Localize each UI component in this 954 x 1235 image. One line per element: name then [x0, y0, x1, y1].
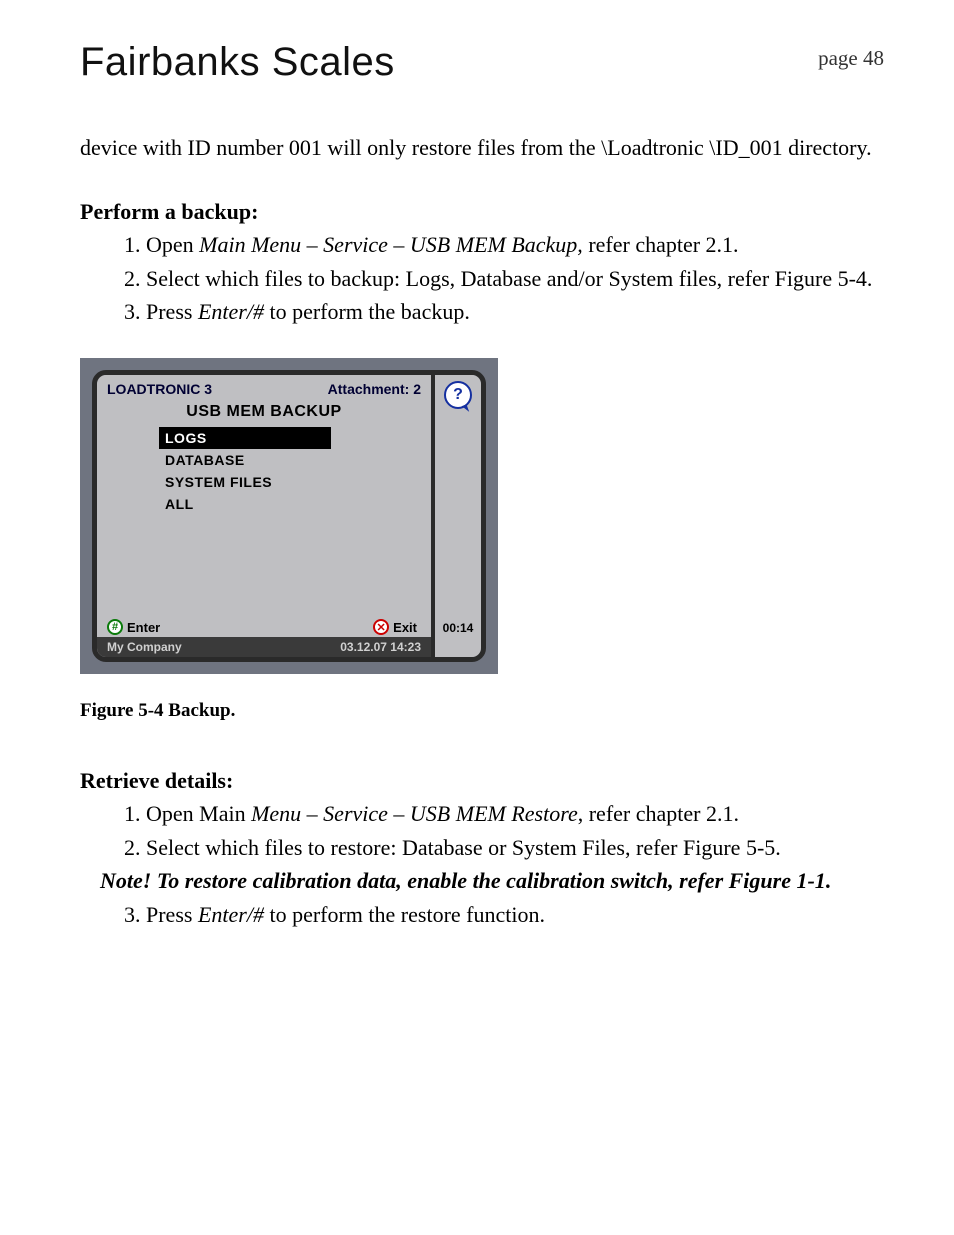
enter-icon: #: [107, 619, 123, 635]
device-button-row: # Enter ✕ Exit: [97, 615, 431, 637]
menu-path: Menu – Service – USB MEM Restore: [251, 801, 578, 826]
text: Open: [146, 232, 199, 257]
menu-item-system-files[interactable]: SYSTEM FILES: [159, 471, 391, 493]
list-item: Open Main Menu – Service – USB MEM Resto…: [146, 798, 884, 830]
note-period: .: [826, 868, 832, 893]
key-name: Enter/#: [198, 902, 264, 927]
menu-item-all[interactable]: ALL: [159, 493, 391, 515]
device-inner: LOADTRONIC 3 Attachment: 2 USB MEM BACKU…: [92, 370, 486, 662]
exit-icon: ✕: [373, 619, 389, 635]
backup-title: Perform a backup:: [80, 199, 884, 225]
menu-path: Main Menu – Service – USB MEM Backup,: [199, 232, 583, 257]
help-icon[interactable]: ?: [444, 381, 472, 409]
text: Press: [146, 299, 198, 324]
exit-button[interactable]: ✕ Exit: [373, 619, 417, 635]
device-product: LOADTRONIC 3: [107, 381, 212, 397]
enter-button[interactable]: # Enter: [107, 619, 160, 635]
menu-item-database[interactable]: DATABASE: [159, 449, 391, 471]
text: to perform the restore function.: [264, 902, 545, 927]
device-side-panel: ? 00:14: [435, 375, 481, 657]
retrieve-steps-cont: Press Enter/# to perform the restore fun…: [80, 899, 884, 931]
retrieve-title: Retrieve details:: [80, 768, 884, 794]
backup-steps-list: Open Main Menu – Service – USB MEM Backu…: [80, 229, 884, 329]
device-screenshot: LOADTRONIC 3 Attachment: 2 USB MEM BACKU…: [80, 358, 498, 674]
text: Open Main: [146, 801, 251, 826]
key-name: Enter/#: [198, 299, 264, 324]
text: , refer chapter 2.1.: [578, 801, 739, 826]
list-item: Open Main Menu – Service – USB MEM Backu…: [146, 229, 884, 261]
note-text: Note! To restore calibration data, enabl…: [100, 866, 884, 897]
note-body: Note! To restore calibration data, enabl…: [100, 868, 826, 893]
text: to perform the backup.: [264, 299, 470, 324]
device-status-bar: My Company 03.12.07 14:23: [97, 637, 431, 657]
retrieve-steps-list: Open Main Menu – Service – USB MEM Resto…: [80, 798, 884, 864]
device-main-panel: LOADTRONIC 3 Attachment: 2 USB MEM BACKU…: [97, 375, 435, 657]
enter-label: Enter: [127, 620, 160, 635]
device-header: LOADTRONIC 3 Attachment: 2: [97, 375, 431, 399]
list-item: Press Enter/# to perform the restore fun…: [146, 899, 884, 931]
device-screen-title: USB MEM BACKUP: [97, 399, 431, 427]
exit-label: Exit: [393, 620, 417, 635]
list-item: Select which files to backup: Logs, Data…: [146, 263, 884, 295]
page-number: page 48: [818, 40, 884, 71]
figure-caption: Figure 5-4 Backup.: [80, 700, 884, 722]
device-side-time: 00:14: [443, 621, 474, 657]
page-container: Fairbanks Scales page 48 device with ID …: [0, 0, 954, 1235]
device-menu: LOGS DATABASE SYSTEM FILES ALL: [159, 427, 391, 515]
text: refer chapter 2.1.: [583, 232, 739, 257]
device-attachment: Attachment: 2: [328, 381, 421, 397]
brand-title: Fairbanks Scales: [80, 40, 395, 85]
device-datetime: 03.12.07 14:23: [340, 640, 421, 654]
menu-item-logs[interactable]: LOGS: [159, 427, 331, 449]
page-header: Fairbanks Scales page 48: [80, 40, 884, 85]
intro-paragraph: device with ID number 001 will only rest…: [80, 133, 884, 163]
text: Press: [146, 902, 198, 927]
list-item: Select which files to restore: Database …: [146, 832, 884, 864]
list-item: Press Enter/# to perform the backup.: [146, 296, 884, 328]
device-company: My Company: [107, 640, 182, 654]
